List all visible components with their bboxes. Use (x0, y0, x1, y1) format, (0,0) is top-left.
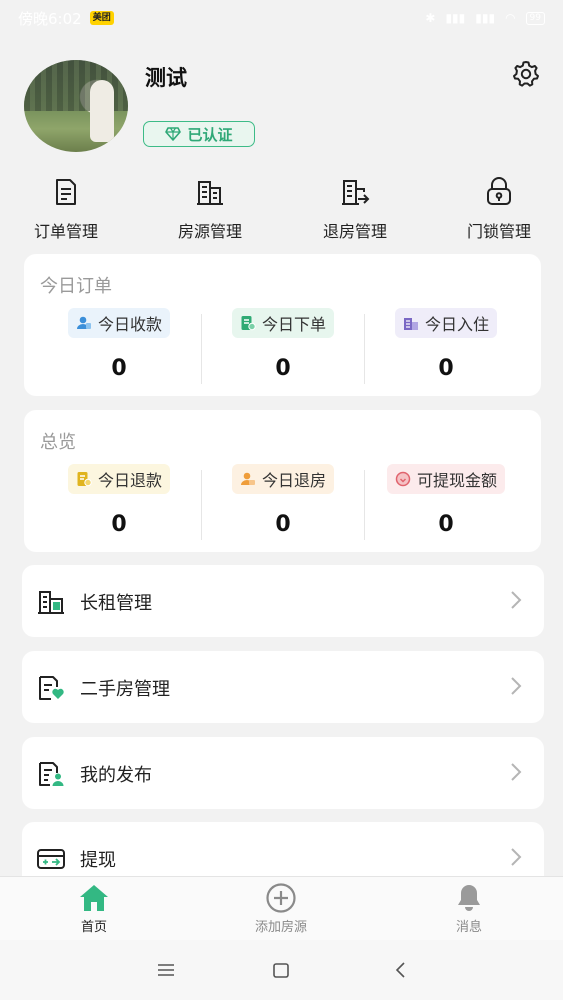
withdraw-icon (37, 849, 65, 869)
menu-long-rent[interactable]: 长租管理 (22, 565, 544, 637)
battery-icon: 99 (525, 11, 545, 25)
tab-messages[interactable]: 消息 (409, 877, 529, 941)
bell-icon (458, 885, 480, 911)
quick-item-orders[interactable]: 订单管理 (11, 170, 121, 244)
order-icon (56, 179, 76, 205)
chevron-right-icon (511, 591, 522, 609)
overview-card: 总览 今日退款 0 今日退房 0 可提现金额 0 (24, 410, 541, 552)
checkout-icon (342, 180, 370, 205)
lock-icon (487, 177, 511, 205)
refund-icon (77, 472, 92, 487)
tab-bar: 首页 添加房源 消息 (0, 876, 563, 940)
signal-icon-2: ▮▮▮ (475, 11, 496, 25)
menu-withdraw[interactable]: 提现 (22, 822, 544, 876)
stat-label: 可提现金额 (416, 471, 497, 490)
chevron-right-icon (511, 763, 522, 781)
bluetooth-icon: ✱ (425, 11, 436, 25)
stat-today-orders[interactable]: 今日下单 0 (201, 308, 365, 398)
stat-value: 0 (438, 512, 454, 537)
stat-chip: 今日退房 (231, 464, 334, 494)
menu-label: 长租管理 (80, 593, 152, 614)
back-icon[interactable] (391, 960, 411, 980)
second-hand-house-icon (39, 676, 64, 700)
stat-chip: 今日入住 (394, 308, 497, 338)
chevron-right-icon (511, 677, 522, 695)
tab-add-listing[interactable]: 添加房源 (221, 877, 341, 941)
stat-chip: 可提现金额 (386, 464, 505, 494)
avatar[interactable] (24, 60, 128, 152)
tab-home[interactable]: 首页 (34, 877, 154, 941)
stat-today-collection[interactable]: 今日收款 0 (37, 308, 201, 398)
signal-icon: ▮▮▮ (445, 11, 466, 25)
quick-item-checkout[interactable]: 退房管理 (300, 170, 410, 244)
coin-icon (395, 471, 411, 487)
stat-value: 0 (275, 356, 291, 381)
menu-my-publish[interactable]: 我的发布 (22, 737, 544, 809)
stat-value: 0 (438, 356, 454, 381)
home-square-icon[interactable] (271, 960, 291, 980)
checkout-user-icon (240, 472, 255, 485)
menu-label: 提现 (80, 850, 116, 871)
system-nav-bar (0, 940, 563, 1000)
user-name: 测试 (145, 66, 187, 90)
quick-menu: 订单管理 房源管理 退房管理 门锁管理 (0, 170, 563, 244)
status-bar: 傍晚6:02 美团 ✱ ▮▮▮ ▮▮▮ ◠ 99 (0, 0, 563, 36)
settings-gear-icon[interactable] (511, 59, 541, 89)
stat-chip: 今日收款 (67, 308, 170, 338)
wifi-icon: ◠ (505, 11, 516, 25)
menu-icon[interactable] (156, 960, 176, 980)
checkin-building-icon (403, 318, 418, 330)
stat-today-checkout[interactable]: 今日退房 0 (201, 464, 365, 554)
stat-label: 今日收款 (97, 315, 162, 334)
menu-label: 二手房管理 (80, 679, 170, 700)
stat-today-checkin[interactable]: 今日入住 0 (364, 308, 528, 398)
home-icon (80, 885, 108, 911)
tab-label: 添加房源 (254, 920, 307, 935)
stat-label: 今日下单 (261, 315, 326, 334)
stat-withdrawable-amount[interactable]: 可提现金额 0 (364, 464, 528, 554)
stat-chip: 今日退款 (67, 464, 170, 494)
today-orders-card: 今日订单 今日收款 0 今日下单 0 今日入住 0 (24, 254, 541, 396)
building-icon (197, 181, 223, 205)
quick-item-label: 退房管理 (322, 222, 387, 241)
quick-item-label: 房源管理 (177, 222, 242, 241)
stat-value: 0 (111, 356, 127, 381)
quick-item-label: 订单管理 (33, 222, 98, 241)
diamond-icon (165, 127, 182, 141)
card-title: 总览 (40, 432, 76, 453)
my-publish-icon (39, 762, 64, 786)
chevron-right-icon (511, 848, 522, 866)
quick-item-label: 门锁管理 (466, 222, 531, 241)
long-rent-icon (38, 591, 64, 614)
user-money-icon (76, 316, 91, 329)
stat-label: 今日退款 (97, 471, 162, 490)
stat-value: 0 (111, 512, 127, 537)
tab-label: 首页 (80, 920, 107, 935)
certified-label: 已认证 (187, 125, 233, 144)
meituan-notification-icon: 美团 (89, 11, 114, 25)
add-circle-icon (266, 883, 296, 913)
menu-label: 我的发布 (80, 765, 152, 786)
menu-second-hand-house[interactable]: 二手房管理 (22, 651, 544, 723)
stat-chip: 今日下单 (231, 308, 334, 338)
stat-label: 今日退房 (261, 471, 326, 490)
order-form-icon (241, 316, 256, 331)
stat-label: 今日入住 (424, 315, 489, 334)
stat-today-refund[interactable]: 今日退款 0 (37, 464, 201, 554)
stat-value: 0 (275, 512, 291, 537)
card-title: 今日订单 (40, 276, 112, 297)
quick-item-houses[interactable]: 房源管理 (155, 170, 265, 244)
status-time: 傍晚6:02 (18, 9, 82, 28)
tab-label: 消息 (455, 920, 482, 935)
quick-item-locks[interactable]: 门锁管理 (444, 170, 554, 244)
certified-badge: 已认证 (143, 121, 255, 147)
